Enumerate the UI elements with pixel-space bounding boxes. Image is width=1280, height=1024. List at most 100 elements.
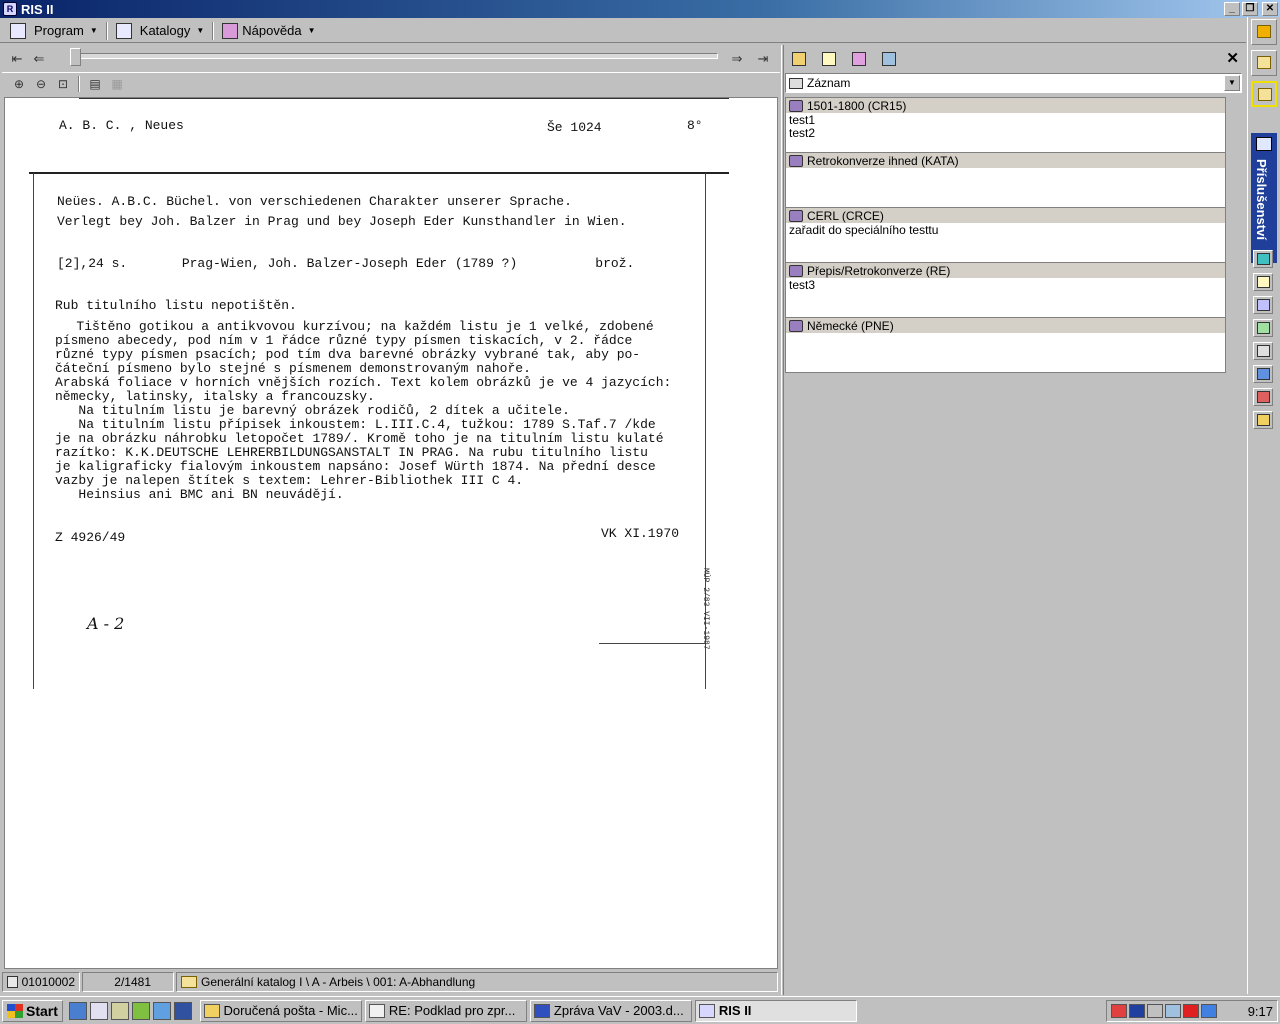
card-note-line: Rub titulního listu nepotištěn.: [55, 298, 297, 313]
status-path: Generální katalog I \ A - Arbeis \ 001: …: [176, 972, 778, 992]
pane-splitter[interactable]: [781, 45, 784, 995]
record-group-item: test3: [789, 278, 816, 292]
card-description-line: je kaligraficky fialovým inkoustem napsá…: [55, 459, 656, 474]
menu-katalogy[interactable]: Katalogy ▼: [110, 20, 211, 42]
next-page-icon[interactable]: ⇒: [726, 49, 748, 69]
zoom-out-icon[interactable]: ⊖: [30, 74, 52, 94]
app-folder-icon: [1257, 25, 1271, 38]
taskbar-task-word[interactable]: Zpráva VaV - 2003.d...: [529, 999, 692, 1022]
copy-icon[interactable]: ▦: [106, 74, 128, 94]
app-icon: R: [3, 2, 17, 16]
sidebar-button-app[interactable]: [1251, 19, 1277, 45]
card-description-line: německy, latinsky, italsky a francouzsky…: [55, 389, 375, 404]
record-edit-button[interactable]: [877, 48, 901, 70]
eraser-icon: [1257, 253, 1270, 265]
page-slider-track[interactable]: [70, 53, 718, 59]
zoom-fit-icon[interactable]: ⊡: [52, 74, 74, 94]
record-group-header[interactable]: Přepis/Retrokonverze (RE): [786, 263, 1225, 278]
system-tray: 9:17: [1106, 1000, 1278, 1022]
sidebar-tool-8[interactable]: [1253, 411, 1273, 429]
sidebar-tool-4[interactable]: [1253, 319, 1273, 337]
print-icon[interactable]: ▤: [84, 74, 106, 94]
record-info-button[interactable]: [817, 48, 841, 70]
record-group-item: zařadit do speciálního testtu: [789, 223, 939, 237]
tray-monitor-icon[interactable]: [1165, 1004, 1181, 1018]
record-group[interactable]: Přepis/Retrokonverze (RE) test3: [786, 263, 1225, 318]
menu-napoveda[interactable]: Nápověda ▼: [216, 20, 321, 42]
list-icon: [1257, 345, 1270, 357]
tray-help-icon[interactable]: [1201, 1004, 1217, 1018]
sidebar-button-folder-1[interactable]: [1251, 50, 1277, 76]
outlook-icon[interactable]: [89, 1001, 108, 1020]
restore-button[interactable]: ❐: [1242, 2, 1258, 16]
record-group-title: Retrokonverze ihned (KATA): [807, 153, 959, 168]
record-icon: [789, 77, 803, 89]
record-tag-button[interactable]: [847, 48, 871, 70]
status-record-id: 01010002: [2, 972, 80, 992]
taskbar-task-inbox[interactable]: Doručená pošta - Mic...: [199, 999, 362, 1022]
window-title: RIS II: [21, 1, 54, 17]
card-side-stamp: MÚP 2/83 VII-1987: [701, 568, 710, 650]
launcher-icon[interactable]: [131, 1001, 150, 1020]
record-group-title: Německé (PNE): [807, 318, 894, 333]
taskbar-task-label: RIS II: [718, 1003, 752, 1018]
sidebar-tool-1[interactable]: [1253, 250, 1273, 268]
group-icon: [789, 99, 803, 112]
card-accession-number: Z 4926/49: [55, 530, 126, 545]
sidebar-button-folder-2[interactable]: [1251, 81, 1277, 107]
record-group[interactable]: Retrokonverze ihned (KATA): [786, 153, 1225, 208]
first-page-icon[interactable]: ⇤: [6, 49, 28, 69]
scanned-card-view[interactable]: A. B. C. , Neues Še 1024 8° Neües. A.B.C…: [4, 97, 778, 969]
sidebar-tool-2[interactable]: [1253, 273, 1273, 291]
calculator-icon: [1257, 299, 1270, 311]
record-group[interactable]: Německé (PNE): [786, 318, 1225, 373]
taskbar-task-label: RE: Podklad pro zpr...: [388, 1003, 516, 1018]
taskbar: Start Doručená pošta - Mic... RE: Podkla…: [0, 996, 1280, 1024]
record-toolbar: [785, 47, 1245, 71]
close-button[interactable]: ✕: [1262, 2, 1278, 16]
internet-explorer-icon[interactable]: [68, 1001, 87, 1020]
record-group[interactable]: 1501-1800 (CR15) test1 test2: [786, 98, 1225, 153]
card-imprint-line: [2],24 s. Prag-Wien, Joh. Balzer-Joseph …: [57, 256, 635, 271]
sync-icon[interactable]: [152, 1001, 171, 1020]
tray-language-icon[interactable]: [1129, 1004, 1145, 1018]
taskbar-task-mail-reply[interactable]: RE: Podklad pro zpr...: [364, 999, 527, 1022]
card-left-edge: [33, 173, 34, 689]
menu-bar: Program ▼ Katalogy ▼ Nápověda ▼: [0, 19, 1246, 43]
record-group-header[interactable]: Německé (PNE): [786, 318, 1225, 333]
previous-page-icon[interactable]: ⇐: [28, 49, 50, 69]
sidebar-tool-7[interactable]: [1253, 388, 1273, 406]
media-icon[interactable]: [173, 1001, 192, 1020]
search-icon[interactable]: [110, 1001, 129, 1020]
title-bar: R RIS II _ ❐ ✕: [0, 0, 1280, 18]
card-header-rule: [29, 172, 729, 174]
tray-antivirus-icon[interactable]: [1183, 1004, 1199, 1018]
outlook-sidebar: Příslušenství: [1247, 17, 1280, 994]
volume-icon[interactable]: [1147, 1004, 1163, 1018]
record-group-header[interactable]: Retrokonverze ihned (KATA): [786, 153, 1225, 168]
accessories-icon: [1256, 137, 1272, 151]
record-group-header[interactable]: 1501-1800 (CR15): [786, 98, 1225, 113]
sidebar-tool-6[interactable]: [1253, 365, 1273, 383]
sidebar-tool-5[interactable]: [1253, 342, 1273, 360]
record-group[interactable]: CERL (CRCE) zařadit do speciálního testt…: [786, 208, 1225, 263]
folder-icon: [1258, 88, 1272, 101]
taskbar-task-label: Doručená pošta - Mic...: [223, 1003, 358, 1018]
minimize-button[interactable]: _: [1224, 2, 1240, 16]
taskbar-task-ris[interactable]: RIS II: [694, 999, 857, 1022]
page-slider-thumb[interactable]: [70, 48, 81, 66]
tray-network-icon[interactable]: [1111, 1004, 1127, 1018]
envelope-icon: [368, 1003, 385, 1018]
menu-program[interactable]: Program ▼: [4, 20, 104, 42]
chevron-down-icon[interactable]: ▼: [1224, 75, 1240, 91]
zoom-in-icon[interactable]: ⊕: [8, 74, 30, 94]
start-button[interactable]: Start: [2, 999, 63, 1022]
close-icon[interactable]: ✕: [1226, 49, 1239, 67]
zoom-toolbar: ⊕ ⊖ ⊡ ▤ ▦: [2, 72, 780, 94]
record-type-select[interactable]: Záznam ▼: [785, 73, 1242, 93]
record-group-header[interactable]: CERL (CRCE): [786, 208, 1225, 223]
last-page-icon[interactable]: ⇥: [752, 49, 774, 69]
accessories-tab[interactable]: Příslušenství: [1251, 133, 1277, 263]
record-open-button[interactable]: [787, 48, 811, 70]
sidebar-tool-3[interactable]: [1253, 296, 1273, 314]
